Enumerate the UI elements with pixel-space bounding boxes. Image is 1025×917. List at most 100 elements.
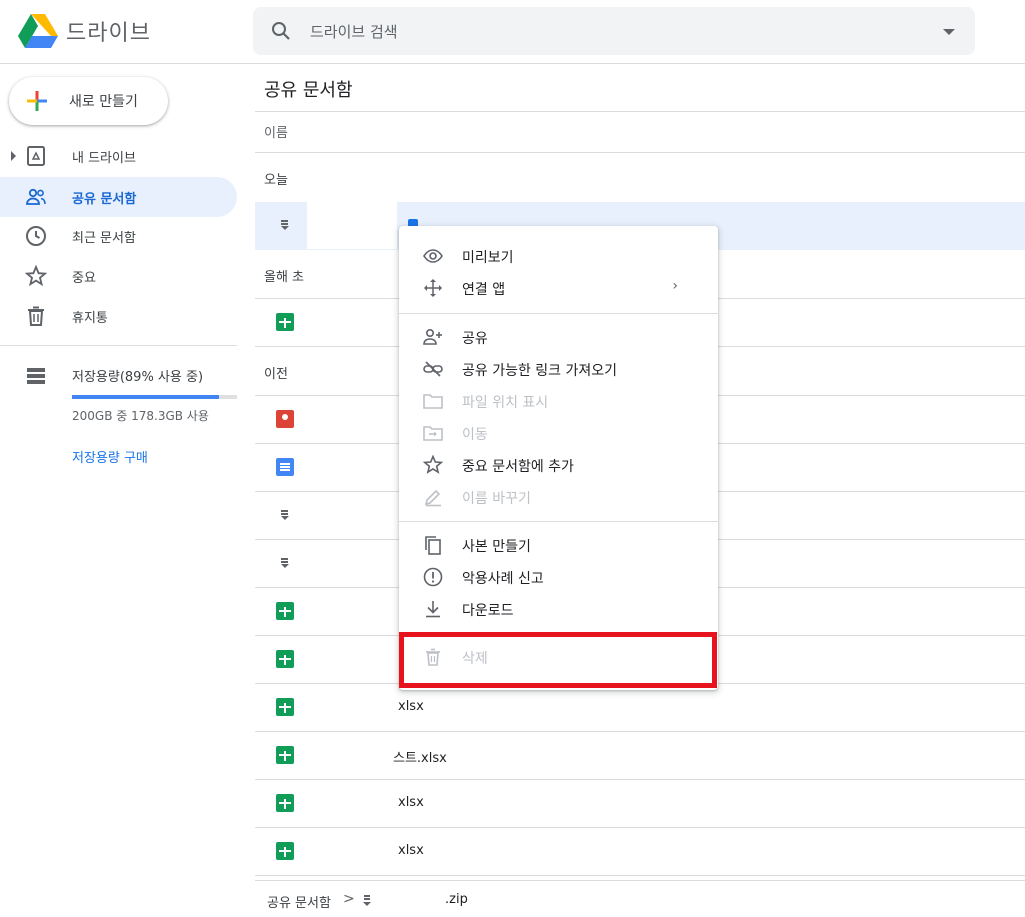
star-icon <box>423 455 443 474</box>
redacted-name <box>307 588 397 635</box>
sidebar-item-trash[interactable]: 휴지통 <box>0 296 237 336</box>
sidebar-item-label: 내 드라이브 <box>72 151 136 166</box>
sidebar-item-my-drive[interactable]: 내 드라이브 <box>0 136 237 176</box>
menu-item-move[interactable]: 이동 <box>399 417 718 449</box>
pencil-icon <box>424 489 441 507</box>
menu-item-show-location[interactable]: 파일 위치 표시 <box>399 385 718 417</box>
page-title: 공유 문서함 <box>264 80 353 101</box>
table-row[interactable]: xlsx <box>255 780 1025 828</box>
sidebar-item-label: 중요 <box>72 271 96 286</box>
search-bar[interactable]: 드라이브 검색 <box>253 7 975 55</box>
menu-item-label: 공유 <box>462 331 488 347</box>
menu-item-add-starred[interactable]: 중요 문서함에 추가 <box>399 449 718 481</box>
table-row[interactable]: 스트.xlsx <box>255 732 1025 780</box>
redacted-name <box>307 828 397 875</box>
expand-arrow-icon[interactable] <box>11 151 16 161</box>
trash-icon <box>28 306 44 326</box>
menu-item-share[interactable]: 공유 <box>399 321 718 353</box>
menu-item-label: 연결 앱 <box>462 282 506 298</box>
storage-icon <box>27 368 45 384</box>
menu-item-label: 이동 <box>462 427 488 443</box>
buy-storage-link[interactable]: 저장용량 구매 <box>72 447 148 466</box>
menu-item-label: 악용사례 신고 <box>462 571 544 587</box>
app-title: 드라이브 <box>66 21 151 46</box>
sidebar-divider <box>0 345 237 346</box>
map-file-icon <box>276 410 294 428</box>
spreadsheet-icon <box>276 698 294 716</box>
folder-icon <box>423 394 443 409</box>
zip-file-icon <box>276 554 294 572</box>
section-header-this-year: 올해 초 <box>264 270 305 285</box>
menu-divider <box>399 313 718 314</box>
sidebar-item-label: 공유 문서함 <box>72 192 137 207</box>
copy-icon <box>425 536 441 555</box>
menu-item-open-with[interactable]: 연결 앱 › <box>399 272 718 304</box>
menu-item-preview[interactable]: 미리보기 <box>399 240 718 272</box>
menu-item-label: 파일 위치 표시 <box>462 395 549 411</box>
sidebar-item-shared[interactable]: 공유 문서함 <box>0 177 237 217</box>
search-input[interactable]: 드라이브 검색 <box>310 21 398 42</box>
menu-item-make-copy[interactable]: 사본 만들기 <box>399 529 718 561</box>
star-icon <box>24 264 48 287</box>
search-options-caret-icon[interactable] <box>943 29 955 35</box>
storage-progress-bar <box>72 395 237 399</box>
file-name: xlsx <box>398 795 424 810</box>
column-header-name[interactable]: 이름 <box>264 122 288 141</box>
redacted-name <box>307 780 397 827</box>
menu-item-download[interactable]: 다운로드 <box>399 593 718 625</box>
divider <box>255 111 1025 112</box>
new-button[interactable]: 새로 만들기 <box>9 77 168 125</box>
storage-progress-fill <box>72 395 219 399</box>
redacted-name <box>307 299 397 346</box>
sidebar-item-recent[interactable]: 최근 문서함 <box>0 216 237 256</box>
menu-item-rename[interactable]: 이름 바꾸기 <box>399 481 718 513</box>
breadcrumb-file-name: .zip <box>445 892 468 907</box>
menu-item-label: 다운로드 <box>462 603 514 619</box>
menu-item-label: 공유 가능한 링크 가져오기 <box>462 363 618 379</box>
clock-icon <box>26 226 46 246</box>
redacted-name <box>307 444 397 491</box>
my-drive-icon <box>27 146 45 166</box>
section-header-earlier: 이전 <box>264 367 288 382</box>
sidebar-item-label: 휴지통 <box>72 311 108 326</box>
spreadsheet-icon <box>276 842 294 860</box>
drive-logo-icon[interactable] <box>18 13 58 49</box>
spreadsheet-icon <box>276 313 294 331</box>
menu-item-report-abuse[interactable]: 악용사례 신고 <box>399 561 718 593</box>
submenu-chevron-icon: › <box>672 278 678 294</box>
menu-item-get-link[interactable]: 공유 가능한 링크 가져오기 <box>399 353 718 385</box>
shared-people-icon <box>26 188 46 205</box>
section-header-today: 오늘 <box>264 173 288 188</box>
sidebar-item-starred[interactable]: 중요 <box>0 256 237 296</box>
zip-file-icon <box>363 895 371 906</box>
breadcrumb: 공유 문서함 > .zip <box>255 880 1025 917</box>
redacted-name <box>307 492 397 539</box>
menu-item-label: 이름 바꾸기 <box>462 491 531 507</box>
divider <box>255 152 1025 153</box>
menu-item-label: 중요 문서함에 추가 <box>462 459 574 475</box>
file-name: 스트.xlsx <box>393 751 447 766</box>
new-button-label: 새로 만들기 <box>69 94 138 110</box>
breadcrumb-chevron: > <box>343 891 355 907</box>
redacted-name <box>307 540 397 587</box>
sidebar-item-label: 최근 문서함 <box>72 231 136 246</box>
person-add-icon <box>423 328 442 345</box>
report-icon <box>423 567 443 587</box>
zip-file-icon <box>276 506 294 524</box>
file-name: xlsx <box>398 843 424 858</box>
menu-item-label: 미리보기 <box>462 250 514 266</box>
plus-icon <box>27 91 47 111</box>
menu-item-label: 사본 만들기 <box>462 539 531 555</box>
spreadsheet-icon <box>276 794 294 812</box>
search-icon[interactable] <box>269 19 293 43</box>
table-row[interactable]: xlsx <box>255 828 1025 876</box>
top-bar: 드라이브 드라이브 검색 <box>0 0 1025 64</box>
context-menu: 미리보기 연결 앱 › 공유 공유 가능한 링크 가져오기 파일 위치 표시 이… <box>399 226 718 690</box>
table-row[interactable]: xlsx <box>255 684 1025 732</box>
redacted-name <box>307 202 397 249</box>
download-icon <box>426 601 440 618</box>
redacted-name <box>307 636 397 683</box>
menu-divider <box>399 521 718 522</box>
redacted-name <box>307 732 397 779</box>
breadcrumb-root[interactable]: 공유 문서함 <box>267 892 331 911</box>
